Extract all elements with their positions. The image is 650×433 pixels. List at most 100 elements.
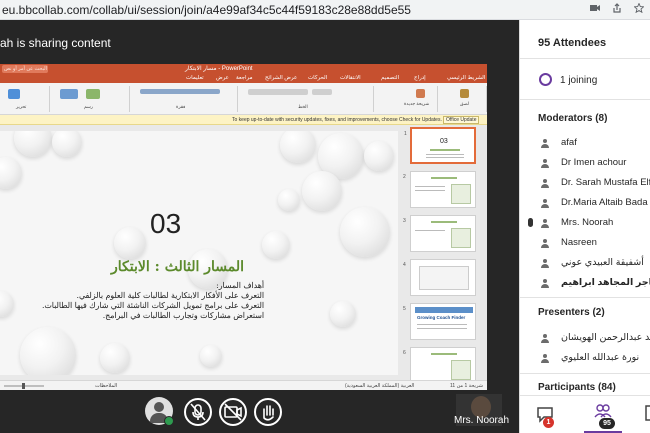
- ppt-tab-review: مراجعة: [236, 75, 253, 81]
- attendees-title: 95 Attendees: [538, 37, 607, 49]
- moderator-row[interactable]: Nasreen: [520, 233, 650, 253]
- slide-thumbnail: 2: [403, 171, 476, 208]
- browser-actions: [590, 3, 644, 13]
- share-icon[interactable]: [612, 3, 622, 13]
- bubble-decoration: [280, 131, 316, 163]
- attendee-name: Dr Imen achour: [561, 157, 627, 168]
- microphone-off-icon: [190, 403, 206, 421]
- ppt-title-bar: البحث عن أمر أو نص مسار الابتكار - Power…: [0, 64, 487, 74]
- goals-title: أهداف المسار:: [216, 281, 264, 290]
- bubble-decoration: [20, 327, 76, 375]
- thumbnail-number: 2: [403, 174, 406, 180]
- font-size-icon: [312, 89, 332, 95]
- slide-thumbnail: 1 03: [404, 127, 476, 164]
- bubble-decoration: [262, 231, 290, 259]
- attendees-tab[interactable]: 95: [584, 396, 622, 433]
- presenter-row[interactable]: نورة عبدالله العليوي: [520, 348, 650, 368]
- ribbon-group-editing: تحرير: [0, 86, 50, 112]
- person-icon: [541, 159, 549, 168]
- bubble-decoration: [0, 157, 22, 189]
- my-avatar[interactable]: [145, 397, 174, 426]
- camera-icon[interactable]: [590, 3, 600, 13]
- bubble-decoration: [302, 171, 342, 211]
- bubble-decoration: [114, 227, 146, 259]
- moderator-row[interactable]: afaf: [520, 133, 650, 153]
- find-icon: [8, 89, 20, 99]
- thumbnail-number: 6: [403, 350, 406, 356]
- chat-tab[interactable]: 1: [526, 396, 564, 433]
- panel-tab-bar: 1 95: [520, 395, 650, 433]
- shapes-icon: [60, 89, 78, 99]
- current-slide: 03 المسار الثالث : الابتكار أهداف المسار…: [0, 131, 398, 375]
- person-icon: [541, 354, 549, 363]
- attendee-name: Dr. Sarah Mustafa Elf: [561, 177, 650, 188]
- goal-item: استعراض مشاركات وتجارب الطالبات في البرا…: [102, 311, 264, 320]
- person-icon: [541, 199, 549, 208]
- thumbnail-caption: Growing Coach Finder: [417, 315, 466, 320]
- thumbnail-box: [451, 184, 471, 204]
- microphone-off-button[interactable]: [184, 398, 212, 426]
- ribbon-group-paragraph: فقرة: [130, 86, 238, 112]
- presenters-title[interactable]: Presenters (2): [538, 307, 605, 318]
- moderator-row[interactable]: Dr. Sarah Mustafa Elf: [520, 173, 650, 193]
- attendee-name: Mrs. Noorah: [561, 217, 614, 228]
- thumbnail-header: [415, 307, 473, 313]
- moderator-row[interactable]: Mrs. Noorah: [520, 213, 650, 233]
- bubble-decoration: [330, 301, 356, 327]
- chat-badge: 1: [543, 417, 554, 428]
- bubble-decoration: [100, 343, 130, 373]
- bubble-decoration: [278, 189, 300, 211]
- thumbnail-line: [431, 221, 457, 223]
- sharing-banner: ah is sharing content: [0, 36, 111, 50]
- ppt-tab-view: عرض: [216, 75, 229, 81]
- raise-hand-button[interactable]: [254, 398, 282, 426]
- thumbnail-number: 5: [403, 306, 406, 312]
- camera-off-button[interactable]: [219, 398, 247, 426]
- participants-title[interactable]: Participants (84): [538, 382, 616, 393]
- slide-goals: أهداف المسار: التعرف على الأفكار الابتكا…: [42, 281, 264, 321]
- thumbnail-title: 03: [440, 138, 448, 145]
- ribbon-label-paragraph: فقرة: [176, 104, 186, 109]
- attendee-name: Dr.Maria Altaib Bada: [561, 197, 648, 208]
- slide-thumbnail: 5 Growing Coach Finder: [403, 303, 476, 340]
- hand-raise-icon: [263, 405, 274, 421]
- share-content-icon: [645, 405, 650, 421]
- url-text[interactable]: eu.bbcollab.com/collab/ui/session/join/a…: [2, 3, 411, 17]
- thumbnail-line: [431, 353, 457, 355]
- ribbon-label-font: الخط: [298, 104, 308, 109]
- moderator-row[interactable]: Dr.Maria Altaib Bada: [520, 193, 650, 213]
- ppt-tab-home: الشريط الرئيسي: [447, 75, 486, 81]
- status-check-icon: [164, 416, 174, 426]
- ribbon-group-font: الخط: [238, 86, 374, 112]
- divider: [520, 58, 650, 59]
- attendee-name: afaf: [561, 137, 577, 148]
- joining-count: 1 joining: [560, 75, 598, 86]
- moderator-row[interactable]: Dr Imen achour: [520, 153, 650, 173]
- star-icon[interactable]: [634, 3, 644, 13]
- person-icon: [541, 239, 549, 248]
- new-slide-icon: [416, 89, 425, 98]
- moderators-title[interactable]: Moderators (8): [538, 113, 607, 124]
- slide-thumbnail: 3: [403, 215, 476, 252]
- share-tab[interactable]: [638, 396, 650, 433]
- active-speaker-name: Mrs. Noorah: [454, 415, 510, 426]
- thumbnail-line: [415, 230, 445, 231]
- thumbnail-box: [451, 228, 471, 248]
- divider: [520, 297, 650, 298]
- thumbnail-line: [417, 328, 467, 329]
- bubble-decoration: [340, 207, 390, 257]
- attendee-name: نورة عبدالله العليوي: [561, 352, 640, 363]
- bubble-decoration: [0, 291, 14, 317]
- bubble-decoration: [364, 141, 394, 171]
- presenter-row[interactable]: رغد عبدالرحمن الهويشان: [520, 328, 650, 348]
- thumbnail-box: [451, 360, 471, 380]
- moderator-row[interactable]: هاجر المجاهد ابراهيم: [520, 273, 650, 293]
- divider: [520, 99, 650, 100]
- divider: [520, 373, 650, 374]
- arrange-icon: [86, 89, 100, 99]
- moderator-row[interactable]: أشفيقة العبيدي عوني: [520, 253, 650, 273]
- attendee-name: هاجر المجاهد ابراهيم: [561, 277, 650, 288]
- attendees-panel: 95 Attendees 1 joining Moderators (8) af…: [519, 20, 650, 433]
- ribbon-label-paste: لصق: [460, 101, 470, 106]
- thumbnail-line: [426, 157, 464, 158]
